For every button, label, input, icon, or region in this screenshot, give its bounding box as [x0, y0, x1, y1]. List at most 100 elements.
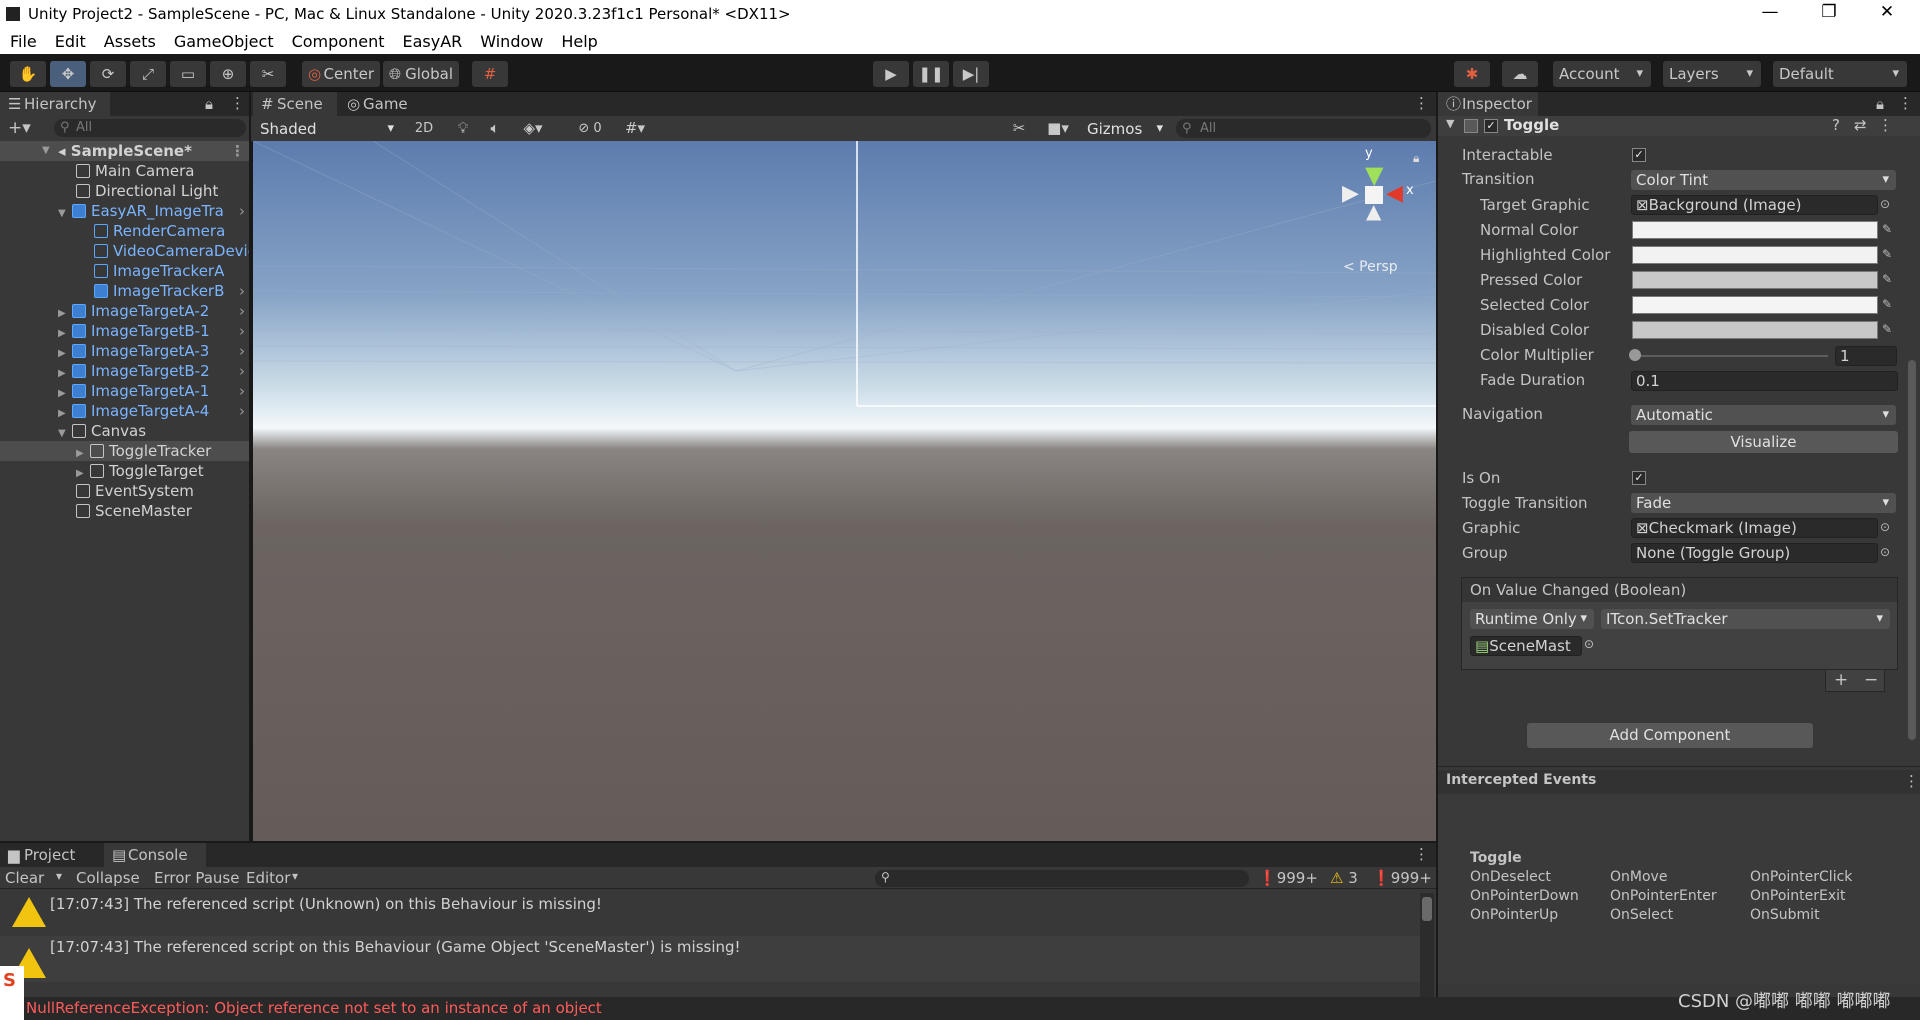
pause-button-icon[interactable]: ❚❚ — [913, 61, 949, 87]
editor-dropdown[interactable]: Editor — [246, 869, 290, 887]
camera-icon[interactable]: ■▾ — [1038, 118, 1078, 139]
transform-tool-icon[interactable]: ⊕ — [210, 61, 246, 87]
kebab-menu-icon[interactable]: ⋮ — [1414, 845, 1429, 863]
rotate-tool-icon[interactable]: ⟳ — [90, 61, 126, 87]
lock-icon[interactable]: 🔒︎ — [205, 95, 213, 113]
list-item[interactable]: ▶ ImageTargetA-2 › — [0, 301, 249, 321]
expand-arrow-icon[interactable]: ▶ — [58, 364, 72, 381]
menu-component[interactable]: Component — [282, 29, 393, 51]
color-multiplier-input[interactable]: 1 — [1835, 346, 1897, 366]
kebab-menu-icon[interactable]: ⋮ — [1898, 94, 1913, 112]
method-dropdown[interactable]: ITcon.SetTracker — [1601, 609, 1890, 629]
restore-button[interactable]: ❐ — [1806, 2, 1852, 26]
list-item[interactable]: ▼ EasyAR_ImageTra › — [0, 201, 249, 221]
expand-arrow-icon[interactable]: ▶ — [76, 464, 90, 481]
expand-arrow-icon[interactable]: ▼ — [58, 424, 72, 441]
color-multiplier-slider-thumb[interactable] — [1629, 349, 1641, 361]
grid-snap-icon[interactable]: # — [472, 61, 508, 87]
list-item[interactable]: Directional Light — [0, 181, 249, 201]
lock-icon[interactable]: 🔒︎ — [1413, 151, 1419, 166]
layout-dropdown[interactable]: Default — [1773, 61, 1907, 87]
chevron-right-icon[interactable]: › — [239, 301, 245, 321]
list-item[interactable]: RenderCamera — [0, 221, 249, 241]
menu-easyar[interactable]: EasyAR — [392, 29, 470, 51]
fade-duration-input[interactable]: 0.1 — [1631, 371, 1898, 391]
chevron-right-icon[interactable]: › — [239, 281, 245, 301]
scale-tool-icon[interactable]: ⤢ — [130, 61, 166, 87]
tab-inspector[interactable]: ⓘ Inspector — [1438, 92, 1538, 116]
scene-viewport[interactable]: ▼ y ◀ x ▶ ▲ < Persp 🔒︎ — [253, 141, 1436, 841]
eyedropper-icon[interactable]: ✎ — [1882, 322, 1898, 338]
list-item[interactable]: ImageTrackerA — [0, 261, 249, 281]
expand-arrow-icon[interactable]: ▶ — [58, 304, 72, 321]
eyedropper-icon[interactable]: ✎ — [1882, 222, 1898, 238]
inspector-scrollbar[interactable] — [1908, 360, 1916, 740]
tab-console[interactable]: ▤ Console — [104, 843, 206, 867]
list-item[interactable]: SceneMaster — [0, 501, 249, 521]
menu-edit[interactable]: Edit — [45, 29, 94, 51]
2d-mode-toggle[interactable]: 2D — [409, 118, 439, 139]
shading-mode-dropdown[interactable]: Shaded — [255, 119, 401, 139]
rect-tool-icon[interactable]: ▭ — [170, 61, 206, 87]
color-multiplier-slider-track[interactable] — [1632, 355, 1828, 357]
list-item[interactable]: VideoCameraDevic — [0, 241, 249, 261]
error-pause-toggle[interactable]: Error Pause — [154, 869, 239, 887]
toggle-transition-dropdown[interactable]: Fade — [1631, 493, 1896, 513]
expand-arrow-icon[interactable]: ▶ — [58, 404, 72, 421]
list-item[interactable]: ▶ ImageTargetB-2 › — [0, 361, 249, 381]
tools-icon[interactable]: ✂ — [1006, 118, 1032, 139]
orientation-gizmo[interactable]: ▼ y ◀ x ▶ ▲ — [1338, 146, 1414, 241]
clear-button[interactable]: Clear — [5, 869, 44, 887]
expand-arrow-icon[interactable]: ▼ — [58, 204, 72, 221]
tab-game[interactable]: ◎ Game — [339, 92, 419, 116]
menu-gameobject[interactable]: GameObject — [164, 29, 282, 51]
collapse-arrow-icon[interactable]: ▼ — [1446, 117, 1454, 130]
hierarchy-search-input[interactable]: ⚲ All — [54, 119, 246, 137]
object-picker-icon[interactable]: ⊙ — [1880, 545, 1896, 561]
object-picker-icon[interactable]: ⊙ — [1880, 520, 1896, 536]
status-error-message[interactable]: NullReferenceException: Object reference… — [26, 999, 602, 1017]
target-graphic-field[interactable]: ⊠Background (Image) — [1631, 195, 1878, 215]
close-button[interactable]: ✕ — [1864, 2, 1910, 26]
lighting-icon[interactable]: 💡︎ — [449, 118, 477, 139]
remove-event-button[interactable]: − — [1864, 670, 1878, 690]
custom-tool-icon[interactable]: ✂ — [250, 61, 286, 87]
chevron-right-icon[interactable]: › — [239, 201, 245, 221]
expand-arrow-icon[interactable]: ▶ — [58, 324, 72, 341]
step-button-icon[interactable]: ▶| — [953, 61, 989, 87]
move-tool-icon[interactable]: ✥ — [50, 61, 86, 87]
kebab-icon[interactable]: ⋮ — [230, 141, 245, 161]
kebab-icon[interactable]: ⋮ — [1878, 116, 1893, 134]
side-app-icon[interactable]: S — [0, 966, 24, 1020]
list-item[interactable]: EventSystem — [0, 481, 249, 501]
list-item-selected[interactable]: ▶ ToggleTracker — [0, 441, 249, 461]
lock-icon[interactable]: 🔒︎ — [1876, 95, 1884, 113]
kebab-menu-icon[interactable]: ⋮ — [230, 94, 245, 112]
preset-icon[interactable]: ⇄ — [1854, 116, 1867, 134]
console-search-input[interactable]: ⚲ — [875, 870, 1249, 887]
expand-arrow-icon[interactable]: ▶ — [58, 344, 72, 361]
target-object-field[interactable]: ▤SceneMast — [1470, 636, 1582, 656]
hand-tool-icon[interactable]: ✋ — [10, 61, 46, 87]
console-scrollbar[interactable] — [1420, 893, 1434, 1003]
help-icon[interactable]: ? — [1832, 116, 1840, 134]
console-message-row[interactable]: [17:07:43] The referenced script (Unknow… — [0, 890, 1420, 936]
chevron-right-icon[interactable]: › — [239, 361, 245, 381]
menu-assets[interactable]: Assets — [94, 29, 164, 51]
object-picker-icon[interactable]: ⊙ — [1880, 197, 1896, 213]
pivot-global-button[interactable]: 🌐︎ Global — [383, 61, 459, 87]
chevron-right-icon[interactable]: › — [239, 321, 245, 341]
add-event-button[interactable]: + — [1834, 670, 1848, 690]
add-component-button[interactable]: Add Component — [1527, 723, 1813, 748]
scene-root-row[interactable]: ▼ ◂ SampleScene* ⋮ — [0, 141, 249, 161]
disabled-color-swatch[interactable] — [1632, 321, 1878, 339]
tab-hierarchy[interactable]: ☰ Hierarchy — [0, 92, 110, 116]
audio-icon[interactable]: 🔈︎ — [481, 118, 509, 139]
is-on-checkbox[interactable]: ✓ — [1632, 471, 1646, 485]
interactable-checkbox[interactable]: ✓ — [1632, 148, 1646, 162]
chevron-down-icon[interactable]: ▾ — [292, 869, 298, 883]
kebab-menu-icon[interactable]: ⋮ — [1414, 94, 1429, 112]
eyedropper-icon[interactable]: ✎ — [1882, 297, 1898, 313]
gizmos-dropdown[interactable]: Gizmos — [1082, 119, 1170, 139]
error-count-toggle[interactable]: ❗999+ — [1372, 869, 1432, 887]
